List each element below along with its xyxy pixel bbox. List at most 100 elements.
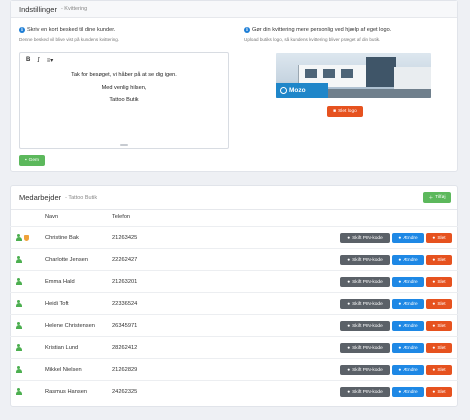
settings-panel: Indstillinger - Kvittering i Skriv en ko…	[10, 0, 458, 172]
editor-line: Med venlig hilsen,	[101, 84, 147, 91]
user-icon	[15, 277, 22, 286]
logo-image: Mozo	[276, 53, 431, 98]
staff-name: Rasmus Hansen	[45, 388, 88, 395]
edit-button[interactable]: ● Ændre	[392, 343, 424, 353]
message-editor[interactable]: B I ≡▾ Tak for besøget, vi håber på at s…	[19, 52, 229, 149]
table-row: Mikkel Nielsen 21262829 ● Skift PIN-kode …	[10, 358, 458, 380]
message-info-text: Skriv en kort besked til dine kunder.	[27, 27, 116, 33]
delete-button[interactable]: ● Slet	[426, 299, 452, 309]
staff-phone: 22262427	[112, 256, 138, 263]
user-icon: ●	[432, 301, 436, 307]
settings-header: Indstillinger - Kvittering	[11, 1, 457, 18]
user-icon	[15, 343, 22, 352]
user-icon: ●	[347, 279, 351, 285]
user-icon: ●	[347, 323, 351, 329]
user-plus-icon: ＋	[428, 196, 434, 201]
table-row: Charlotte Jensen 22262427 ● Skift PIN-kod…	[10, 248, 458, 270]
logo-sub-text: Upload butiks logo, så kundens kvitterin…	[244, 37, 381, 42]
settings-subtitle: - Kvittering	[60, 6, 88, 12]
delete-logo-button[interactable]: ■ Slet logo	[327, 106, 363, 117]
editor-toolbar: B I ≡▾	[20, 53, 228, 67]
edit-button[interactable]: ● Ændre	[392, 299, 424, 309]
delete-button[interactable]: ● Slet	[426, 255, 452, 265]
table-row: Rasmus Hansen 24262325 ● Skift PIN-kode ●…	[10, 380, 458, 402]
add-staff-button[interactable]: ＋ Tilføj	[423, 192, 451, 203]
change-pin-button[interactable]: ● Skift PIN-kode	[340, 387, 390, 397]
user-icon: ●	[432, 279, 436, 285]
user-icon	[15, 299, 22, 308]
delete-button[interactable]: ● Slet	[426, 233, 452, 243]
logo-mark-icon	[280, 87, 287, 94]
user-icon: ●	[398, 235, 402, 241]
message-sub-text: Denne besked vil blive vist på kundens k…	[19, 37, 120, 42]
change-pin-button[interactable]: ● Skift PIN-kode	[340, 321, 390, 331]
save-icon: ▪	[24, 158, 27, 163]
logo-text: Mozo	[289, 87, 306, 94]
staff-title: Medarbejder	[19, 193, 62, 202]
table-row: Helene Christensen 26345971 ● Skift PIN-k…	[10, 314, 458, 336]
edit-button[interactable]: ● Ændre	[392, 233, 424, 243]
staff-subtitle: - Tattoo Butik	[65, 194, 98, 201]
edit-button[interactable]: ● Ændre	[392, 387, 424, 397]
editor-line: Tak for besøget, vi håber på at se dig i…	[71, 72, 177, 78]
save-label: Gem	[28, 158, 40, 163]
table-row: Heidi Toft 22336524 ● Skift PIN-kode ● Ænd…	[10, 292, 458, 314]
change-pin-button[interactable]: ● Skift PIN-kode	[340, 277, 390, 287]
editor-content[interactable]: Tak for besøget, vi håber på at se dig i…	[20, 69, 228, 107]
staff-phone: 22336524	[112, 300, 138, 307]
change-pin-button[interactable]: ● Skift PIN-kode	[340, 365, 390, 375]
staff-phone: 24262325	[112, 388, 138, 395]
user-icon: ●	[398, 345, 402, 351]
staff-name: Heidi Toft	[45, 300, 69, 307]
staff-name: Charlotte Jensen	[45, 256, 88, 263]
change-pin-button[interactable]: ● Skift PIN-kode	[340, 255, 390, 265]
edit-button[interactable]: ● Ændre	[392, 277, 424, 287]
bold-button[interactable]: B	[26, 57, 30, 63]
save-button[interactable]: ▪ Gem	[19, 155, 45, 166]
staff-phone: 21262829	[112, 366, 138, 373]
user-icon: ●	[398, 257, 402, 263]
user-icon: ●	[432, 389, 436, 395]
user-icon: ●	[432, 323, 436, 329]
shield-icon	[24, 234, 29, 241]
user-icon: ●	[398, 301, 402, 307]
user-icon: ●	[432, 257, 436, 263]
settings-title: Indstillinger	[19, 4, 57, 14]
user-icon: ●	[432, 235, 436, 241]
user-icon: ●	[398, 323, 402, 329]
change-pin-button[interactable]: ● Skift PIN-kode	[340, 233, 390, 243]
resize-handle[interactable]	[120, 144, 128, 146]
edit-button[interactable]: ● Ændre	[392, 365, 424, 375]
edit-button[interactable]: ● Ændre	[392, 321, 424, 331]
change-pin-button[interactable]: ● Skift PIN-kode	[340, 299, 390, 309]
change-pin-button[interactable]: ● Skift PIN-kode	[340, 343, 390, 353]
user-icon: ●	[398, 389, 402, 395]
delete-button[interactable]: ● Slet	[426, 343, 452, 353]
user-icon: ●	[398, 367, 402, 373]
delete-button[interactable]: ● Slet	[426, 321, 452, 331]
delete-button[interactable]: ● Slet	[426, 387, 452, 397]
message-info: i Skriv en kort besked til dine kunder.	[19, 27, 115, 33]
user-icon: ●	[347, 389, 351, 395]
staff-name: Helene Christensen	[45, 322, 95, 329]
staff-phone: 21263425	[112, 234, 138, 241]
user-icon: ●	[347, 257, 351, 263]
staff-name: Christine Bak	[45, 234, 79, 241]
staff-name: Mikkel Nielsen	[45, 366, 82, 373]
user-icon: ●	[432, 367, 436, 373]
user-icon: ●	[432, 345, 436, 351]
align-dropdown-icon[interactable]: ≡▾	[47, 57, 54, 64]
italic-button[interactable]: I	[37, 57, 39, 64]
edit-button[interactable]: ● Ændre	[392, 255, 424, 265]
editor-line: Tattoo Butik	[109, 97, 139, 103]
info-circle-icon: i	[19, 27, 25, 33]
user-icon: ●	[347, 367, 351, 373]
user-icon: ●	[347, 345, 351, 351]
table-row: Emma Hald 21263201 ● Skift PIN-kode ● Ændr…	[10, 270, 458, 292]
user-icon: ●	[347, 301, 351, 307]
staff-name: Emma Hald	[45, 278, 75, 285]
add-staff-label: Tilføj	[435, 195, 446, 200]
delete-button[interactable]: ● Slet	[426, 365, 452, 375]
delete-button[interactable]: ● Slet	[426, 277, 452, 287]
user-icon	[15, 255, 22, 264]
